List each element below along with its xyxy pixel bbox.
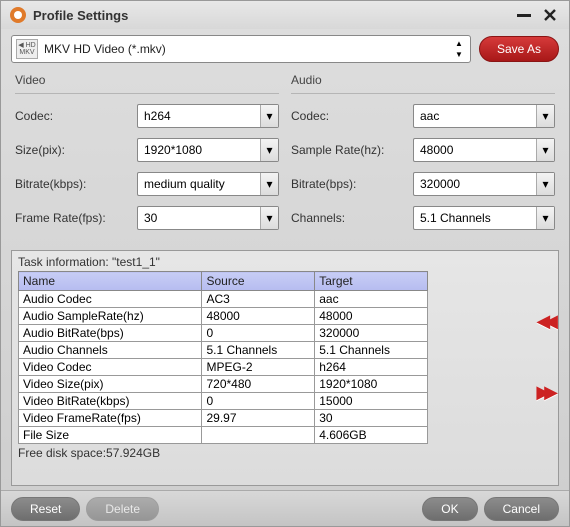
app-icon [9,6,27,24]
profile-spinner[interactable]: ▲▼ [452,38,466,60]
audio-bitrate-label: Bitrate(bps): [291,177,413,191]
table-cell: 720*480 [202,376,315,393]
profile-selected-label: MKV HD Video (*.mkv) [44,42,452,56]
profile-row: ◀ HDMKV MKV HD Video (*.mkv) ▲▼ Save As [11,35,559,63]
table-cell: Audio Codec [19,291,202,308]
chevron-down-icon: ▾ [536,207,554,229]
audio-channels-select[interactable]: 5.1 Channels▾ [413,206,555,230]
settings-panels: Video Codec: h264▾ Size(pix): 1920*1080▾… [11,69,559,250]
video-size-label: Size(pix): [15,143,137,157]
table-header: Target [315,272,428,291]
table-cell: 5.1 Channels [315,342,428,359]
table-cell: AC3 [202,291,315,308]
profile-select[interactable]: ◀ HDMKV MKV HD Video (*.mkv) ▲▼ [11,35,471,63]
table-cell: 48000 [202,308,315,325]
delete-button[interactable]: Delete [86,497,159,521]
chevron-down-icon: ▾ [536,173,554,195]
table-cell: Video Size(pix) [19,376,202,393]
table-cell: File Size [19,427,202,444]
table-cell: 1920*1080 [315,376,428,393]
task-info-panel: Task information: "test1_1" NameSourceTa… [11,250,559,486]
save-as-button[interactable]: Save As [479,36,559,62]
table-cell: Video FrameRate(fps) [19,410,202,427]
video-size-select[interactable]: 1920*1080▾ [137,138,279,162]
video-bitrate-select[interactable]: medium quality▾ [137,172,279,196]
table-cell: aac [315,291,428,308]
table-cell: Video Codec [19,359,202,376]
table-cell: 0 [202,325,315,342]
audio-codec-label: Codec: [291,109,413,123]
chevron-down-icon: ▾ [260,105,278,127]
table-header: Name [19,272,202,291]
table-cell: MPEG-2 [202,359,315,376]
chevron-down-icon: ▾ [536,105,554,127]
audio-codec-select[interactable]: aac▾ [413,104,555,128]
close-button[interactable] [539,7,561,23]
audio-samplerate-label: Sample Rate(hz): [291,143,413,157]
table-cell [202,427,315,444]
content: ◀ HDMKV MKV HD Video (*.mkv) ▲▼ Save As … [1,29,569,490]
next-button[interactable]: ▶▶ [536,382,552,403]
table-row: Video Size(pix)720*4801920*1080 [19,376,428,393]
reset-button[interactable]: Reset [11,497,80,521]
ok-button[interactable]: OK [422,497,477,521]
table-cell: 29.97 [202,410,315,427]
window-title: Profile Settings [33,8,509,23]
table-row: Audio SampleRate(hz)4800048000 [19,308,428,325]
table-cell: Video BitRate(kbps) [19,393,202,410]
table-cell: 48000 [315,308,428,325]
audio-heading: Audio [291,73,555,94]
footer: Reset Delete OK Cancel [1,490,569,526]
task-info-table: NameSourceTarget Audio CodecAC3aacAudio … [18,271,428,444]
table-row: Audio BitRate(bps)0320000 [19,325,428,342]
table-row: Audio CodecAC3aac [19,291,428,308]
free-disk-label: Free disk space:57.924GB [18,446,552,460]
video-codec-label: Codec: [15,109,137,123]
audio-bitrate-select[interactable]: 320000▾ [413,172,555,196]
table-row: Video FrameRate(fps)29.9730 [19,410,428,427]
table-row: Audio Channels5.1 Channels5.1 Channels [19,342,428,359]
video-heading: Video [15,73,279,94]
table-row: File Size 4.606GB [19,427,428,444]
table-cell: 5.1 Channels [202,342,315,359]
cancel-button[interactable]: Cancel [484,497,559,521]
audio-samplerate-select[interactable]: 48000▾ [413,138,555,162]
titlebar: Profile Settings [1,1,569,29]
prev-button[interactable]: ◀◀ [536,311,552,332]
chevron-down-icon: ▾ [536,139,554,161]
audio-panel: Audio Codec: aac▾ Sample Rate(hz): 48000… [291,73,555,240]
video-bitrate-label: Bitrate(kbps): [15,177,137,191]
table-row: Video CodecMPEG-2h264 [19,359,428,376]
video-framerate-label: Frame Rate(fps): [15,211,137,225]
chevron-down-icon: ▾ [260,139,278,161]
table-cell: 4.606GB [315,427,428,444]
task-info-title: Task information: "test1_1" [18,255,552,269]
table-cell: Audio BitRate(bps) [19,325,202,342]
table-cell: 30 [315,410,428,427]
video-panel: Video Codec: h264▾ Size(pix): 1920*1080▾… [15,73,279,240]
format-icon: ◀ HDMKV [16,39,38,59]
table-cell: h264 [315,359,428,376]
video-codec-select[interactable]: h264▾ [137,104,279,128]
table-header: Source [202,272,315,291]
video-framerate-select[interactable]: 30▾ [137,206,279,230]
window: Profile Settings ◀ HDMKV MKV HD Video (*… [0,0,570,527]
table-cell: 15000 [315,393,428,410]
table-cell: 320000 [315,325,428,342]
table-cell: 0 [202,393,315,410]
chevron-down-icon: ▾ [260,207,278,229]
table-cell: Audio SampleRate(hz) [19,308,202,325]
minimize-button[interactable] [513,7,535,23]
table-cell: Audio Channels [19,342,202,359]
audio-channels-label: Channels: [291,211,413,225]
table-row: Video BitRate(kbps)015000 [19,393,428,410]
chevron-down-icon: ▾ [260,173,278,195]
